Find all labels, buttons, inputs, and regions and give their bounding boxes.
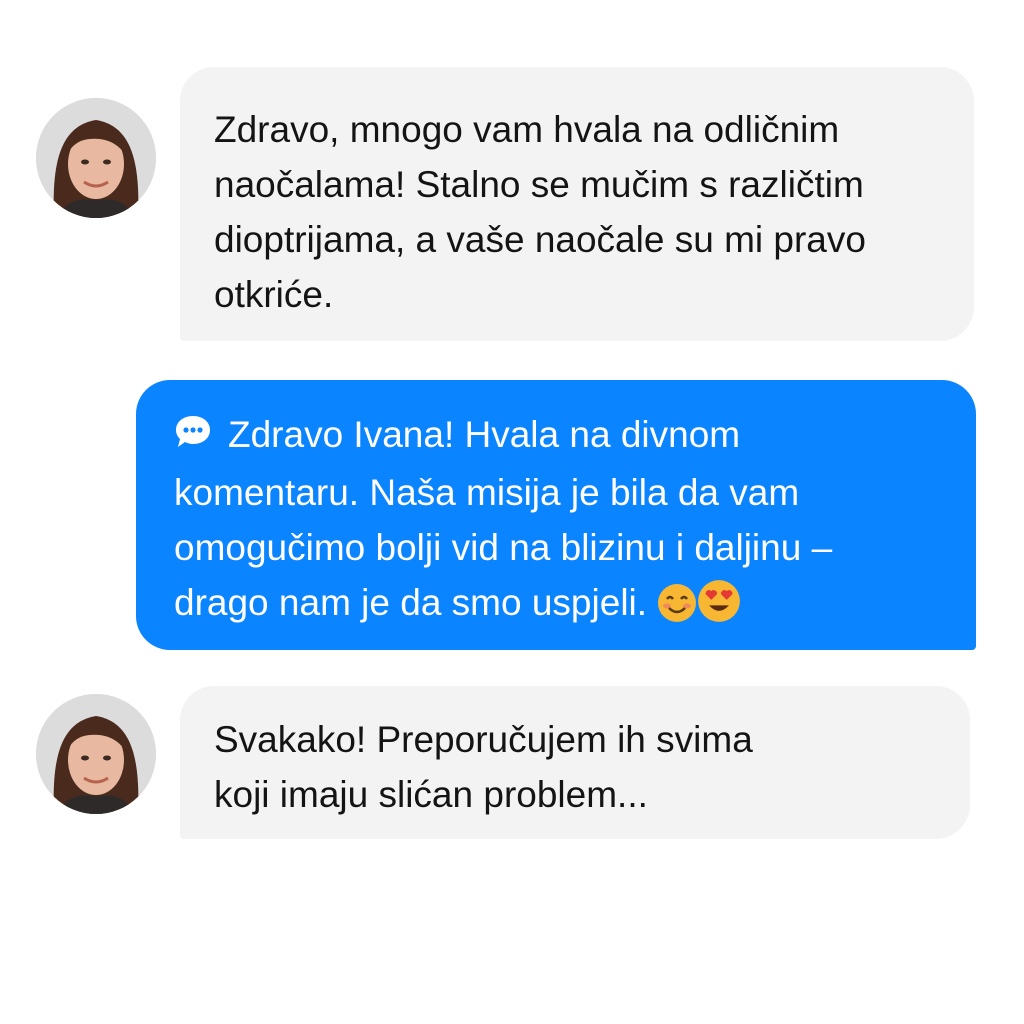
- user-avatar-icon: [36, 98, 156, 218]
- message-line: naočalama! Stalno se mučim s različtim: [214, 164, 864, 205]
- heart-eyes-face-icon: [697, 579, 741, 638]
- chat-thread: Zdravo, mnogo vam hvala na odličnim naoč…: [0, 0, 1024, 1024]
- message-bubble-outgoing[interactable]: Zdravo Ivana! Hvala na divnom komentaru.…: [136, 380, 976, 650]
- message-line: koji imaju slićan problem...: [214, 774, 648, 815]
- message-line: Zdravo, mnogo vam hvala na odličnim: [214, 109, 840, 150]
- user-avatar-icon: [36, 694, 156, 814]
- smiling-face-icon: [657, 583, 697, 638]
- message-line: Zdravo Ivana! Hvala na divnom: [228, 414, 741, 455]
- message-line: komentaru. Naša misija je bila da vam: [174, 472, 800, 513]
- avatar[interactable]: [36, 694, 156, 814]
- speech-bubble-icon: [174, 410, 212, 465]
- avatar[interactable]: [36, 98, 156, 218]
- message-bubble-incoming[interactable]: Svakako! Preporučujem ih svima koji imaj…: [180, 686, 970, 839]
- message-line: omogučimo bolji vid na blizinu i daljinu…: [174, 527, 833, 568]
- message-line: Svakako! Preporučujem ih svima: [214, 719, 753, 760]
- message-bubble-incoming[interactable]: Zdravo, mnogo vam hvala na odličnim naoč…: [180, 67, 974, 341]
- message-line: otkriće.: [214, 274, 334, 315]
- message-line: drago nam je da smo uspjeli.: [174, 582, 648, 623]
- message-line: dioptrijama, a vaše naočale su mi pravo: [214, 219, 866, 260]
